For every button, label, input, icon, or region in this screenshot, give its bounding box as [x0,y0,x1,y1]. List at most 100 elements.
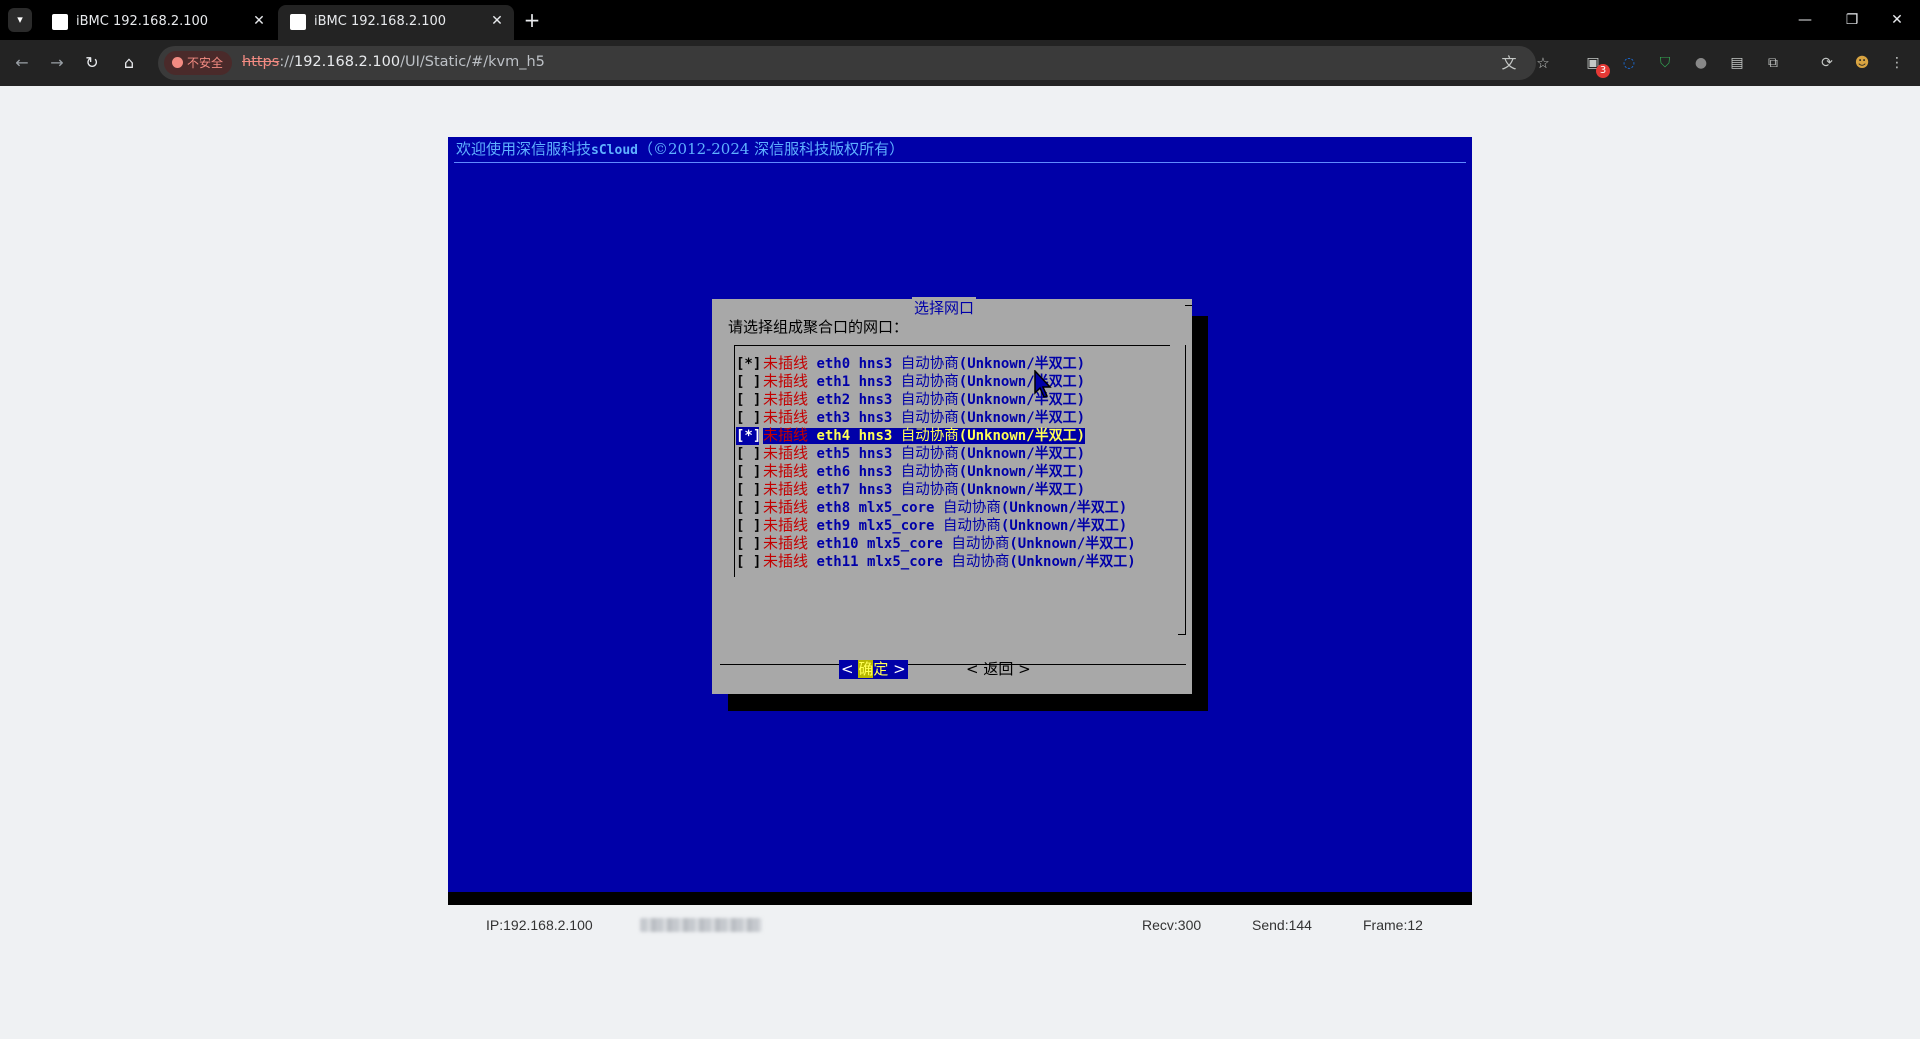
tab-ibmc-2[interactable]: iBMC 192.168.2.100 ✕ [278,5,514,40]
menu-kebab-icon[interactable]: ⋮ [1886,52,1908,74]
banner-product: sCloud [591,143,638,158]
reload-icon[interactable]: ↻ [80,51,104,75]
close-tab-icon[interactable]: ✕ [250,12,268,30]
nic-row-eth4[interactable]: [*] 未插线 eth4 hns3 自动协商(Unknown/半双工) [736,426,1136,445]
minimize-icon[interactable]: — [1782,6,1828,34]
iface-name: eth2 [816,392,851,408]
driver-name: hns3 [858,392,893,408]
link-status: 未插线 [763,534,809,552]
iface-name: eth8 [816,500,851,516]
nic-row-text: 未插线 eth10 mlx5_core 自动协商(Unknown/半双工) [763,534,1136,552]
negotiation-mode: 自动协商 [900,464,959,480]
kvm-status-bar: IP:192.168.2.100 Recv:300 Send:144 Frame… [448,905,1472,945]
nic-row-text: 未插线 eth4 hns3 自动协商(Unknown/半双工) [763,426,1086,444]
sync-icon[interactable]: ⟳ [1816,52,1838,74]
iface-name: eth5 [816,446,851,462]
close-tab-icon[interactable]: ✕ [488,12,506,30]
iface-name: eth6 [816,464,851,480]
profile-avatar-icon[interactable]: ☻ [1851,52,1873,74]
close-window-icon[interactable]: ✕ [1874,6,1920,34]
checkbox[interactable]: [ ] [736,445,763,463]
nic-row-eth9[interactable]: [ ] 未插线 eth9 mlx5_core 自动协商(Unknown/半双工) [736,516,1136,534]
link-speed: (Unknown/半双工) [958,446,1086,462]
link-status: 未插线 [763,516,809,534]
nic-row-eth10[interactable]: [ ] 未插线 eth10 mlx5_core 自动协商(Unknown/半双工) [736,534,1136,552]
url-separator: :// [279,54,294,70]
link-speed: (Unknown/半双工) [958,464,1086,480]
back-icon[interactable]: ← [10,51,34,75]
dialog-border-tick [1185,305,1192,306]
link-speed: (Unknown/半双工) [1009,554,1136,570]
negotiation-mode: 自动协商 [942,518,1001,534]
new-tab-button[interactable]: + [520,8,544,32]
status-send: Send:144 [1252,917,1312,933]
home-icon[interactable]: ⌂ [117,51,141,75]
tab-favicon [52,14,68,30]
url-text[interactable]: https://192.168.2.100/UI/Static/#/kvm_h5 [242,54,545,70]
iface-name: eth7 [816,482,851,498]
checkbox[interactable]: [ ] [736,553,763,571]
tab-search-button[interactable]: ▾ [8,8,32,32]
nic-row-eth1[interactable]: [ ] 未插线 eth1 hns3 自动协商(Unknown/半双工) [736,372,1136,390]
driver-name: hns3 [858,428,893,444]
extension-shield-icon[interactable]: ⛉ [1654,52,1676,74]
checkbox[interactable]: [ ] [736,391,763,409]
status-ip: IP:192.168.2.100 [486,917,593,933]
checkbox[interactable]: [ ] [736,463,763,481]
confirm-label-rest: 定 [873,660,889,678]
nic-row-eth5[interactable]: [ ] 未插线 eth5 hns3 自动协商(Unknown/半双工) [736,444,1136,462]
restore-icon[interactable]: ❐ [1829,6,1875,34]
mouse-pointer-icon [1034,370,1052,398]
extension-dot-icon[interactable]: ● [1690,52,1712,74]
bookmark-star-icon[interactable]: ☆ [1534,54,1552,72]
kvm-console-screen[interactable]: 欢迎使用深信服科技sCloud（©2012-2024 深信服科技版权所有） 选择… [448,137,1472,905]
nic-row-eth2[interactable]: [ ] 未插线 eth2 hns3 自动协商(Unknown/半双工) [736,390,1136,408]
extension-circle-icon[interactable]: ◌ [1618,52,1640,74]
checkbox[interactable]: [ ] [736,499,763,517]
nic-row-eth6[interactable]: [ ] 未插线 eth6 hns3 自动协商(Unknown/半双工) [736,462,1136,480]
kvm-bottom-bar [448,892,1472,905]
address-bar[interactable]: 不安全 https://192.168.2.100/UI/Static/#/kv… [158,46,1550,80]
negotiation-mode: 自动协商 [942,500,1001,516]
status-frame: Frame:12 [1363,917,1423,933]
checkbox[interactable]: [ ] [736,517,763,535]
negotiation-mode: 自动协商 [900,482,959,498]
kvm-banner: 欢迎使用深信服科技sCloud（©2012-2024 深信服科技版权所有） [456,138,904,159]
checkbox[interactable]: [ ] [736,535,763,553]
nic-row-eth0[interactable]: [*] 未插线 eth0 hns3 自动协商(Unknown/半双工) [736,354,1136,372]
link-status: 未插线 [763,480,809,498]
checkbox[interactable]: [ ] [736,373,763,391]
nic-row-text: 未插线 eth11 mlx5_core 自动协商(Unknown/半双工) [763,552,1136,570]
extension-mail-icon[interactable]: ▣ 3 [1582,52,1610,78]
extensions-puzzle-icon[interactable]: ⧉ [1762,52,1784,74]
checkbox[interactable]: [ ] [736,481,763,499]
checkbox[interactable]: [*] [736,355,763,373]
iface-name: eth3 [816,410,851,426]
confirm-button[interactable]: < 确定 > [839,660,908,679]
checkbox[interactable]: [*] [736,427,761,445]
nic-row-text: 未插线 eth3 hns3 自动协商(Unknown/半双工) [763,408,1085,426]
nic-row-eth11[interactable]: [ ] 未插线 eth11 mlx5_core 自动协商(Unknown/半双工) [736,552,1136,570]
iface-name: eth1 [816,374,851,390]
back-button[interactable]: < 返回 > [966,660,1031,679]
negotiation-mode: 自动协商 [951,536,1010,552]
checkbox[interactable]: [ ] [736,409,763,427]
negotiation-mode: 自动协商 [900,356,959,372]
list-border-bottom [720,664,1186,665]
link-speed: (Unknown/半双工) [958,356,1086,372]
nic-row-eth3[interactable]: [ ] 未插线 eth3 hns3 自动协商(Unknown/半双工) [736,408,1136,426]
not-secure-chip[interactable]: 不安全 [164,51,233,75]
iface-name: eth4 [816,428,851,444]
extension-document-icon[interactable]: ▤ [1726,52,1748,74]
forward-icon[interactable]: → [45,51,69,75]
nic-row-text: 未插线 eth6 hns3 自动协商(Unknown/半双工) [763,462,1086,480]
link-status: 未插线 [763,408,809,426]
tab-ibmc-1[interactable]: iBMC 192.168.2.100 ✕ [40,5,276,40]
nic-row-eth8[interactable]: [ ] 未插线 eth8 mlx5_core 自动协商(Unknown/半双工) [736,498,1136,516]
translate-icon[interactable]: 文 [1500,54,1518,72]
link-status: 未插线 [763,390,809,408]
driver-name: hns3 [858,482,893,498]
redacted-text [640,918,762,932]
nic-row-eth7[interactable]: [ ] 未插线 eth7 hns3 自动协商(Unknown/半双工) [736,480,1136,498]
warning-icon [172,57,183,68]
